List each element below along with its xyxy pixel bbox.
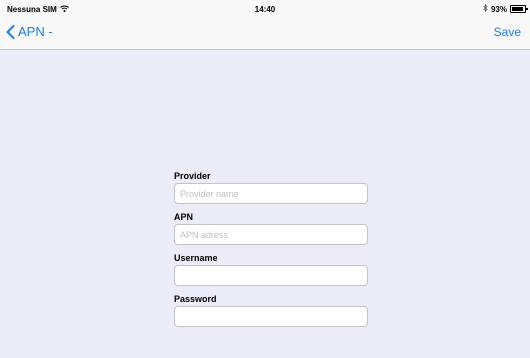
- battery-percent: 93%: [490, 4, 507, 14]
- navigation-bar: APN - Save: [0, 18, 530, 50]
- back-label: APN -: [18, 24, 53, 39]
- status-right: 93%: [483, 3, 528, 14]
- content-area: Provider APN Username Password: [0, 50, 530, 358]
- battery-icon: [510, 5, 528, 13]
- bluetooth-icon: [483, 3, 488, 14]
- provider-input[interactable]: [174, 183, 368, 204]
- password-label: Password: [174, 294, 217, 304]
- back-button[interactable]: APN -: [6, 24, 53, 39]
- save-button[interactable]: Save: [494, 25, 521, 39]
- battery-fill: [512, 7, 524, 11]
- apn-label: APN: [174, 212, 194, 222]
- username-input[interactable]: [174, 265, 368, 286]
- provider-label: Provider: [174, 171, 211, 181]
- apn-input[interactable]: [174, 224, 368, 245]
- status-bar: Nessuna SIM 14:40 93%: [0, 0, 530, 18]
- chevron-left-icon: [6, 24, 15, 39]
- password-input[interactable]: [174, 306, 368, 327]
- status-time: 14:40: [254, 5, 276, 14]
- apn-form: Provider APN Username Password: [174, 171, 368, 335]
- username-label: Username: [174, 253, 218, 263]
